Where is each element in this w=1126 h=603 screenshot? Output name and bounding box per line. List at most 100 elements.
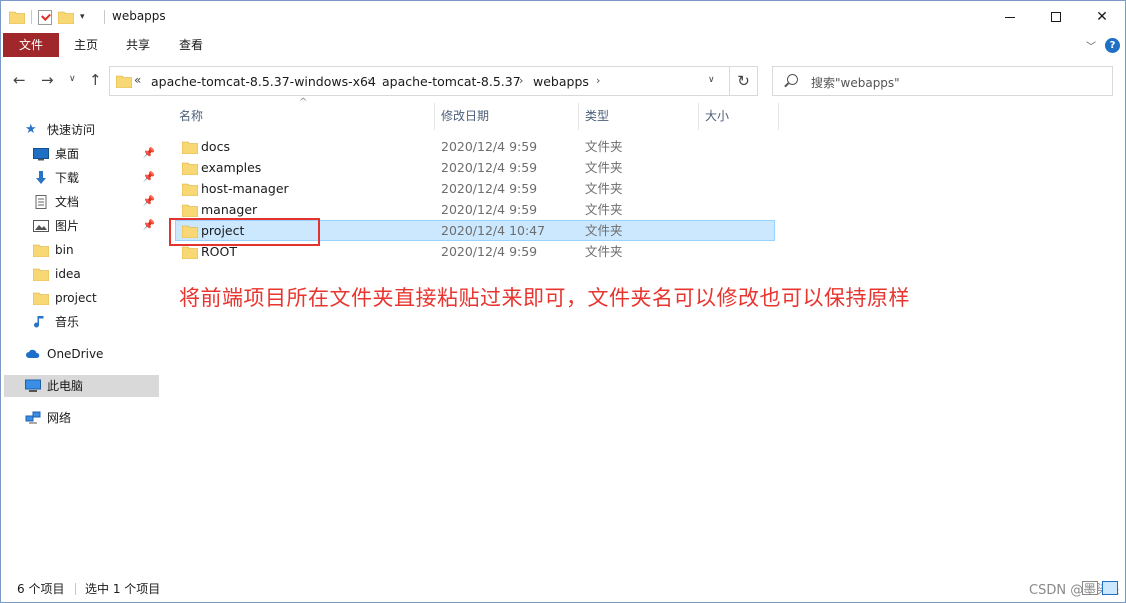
- refresh-icon: ↻: [737, 72, 750, 90]
- file-row[interactable]: examples 2020/12/4 9:59 文件夹: [175, 157, 775, 178]
- folder-icon: [33, 268, 49, 281]
- nav-quick-access[interactable]: ★ 快速访问: [25, 119, 182, 141]
- address-dropdown-icon[interactable]: ∨: [708, 75, 715, 85]
- up-arrow-icon[interactable]: ↑: [89, 71, 102, 89]
- search-box[interactable]: 搜索"webapps": [772, 66, 1113, 96]
- nav-onedrive[interactable]: OneDrive: [25, 343, 182, 365]
- forward-arrow-icon[interactable]: →: [41, 71, 54, 89]
- nav-network[interactable]: 网络: [25, 407, 182, 429]
- toolbar-divider: [31, 10, 32, 24]
- column-header-size[interactable]: 大小: [705, 103, 729, 130]
- file-type: 文件夹: [585, 202, 623, 217]
- nav-label: 此电脑: [47, 379, 84, 393]
- sort-ascending-icon: ^: [299, 97, 308, 108]
- file-name: host-manager: [201, 181, 289, 196]
- pin-icon: 📌: [142, 220, 155, 231]
- column-header-type[interactable]: 类型: [585, 103, 609, 130]
- nav-label: 文档: [55, 195, 80, 209]
- desktop-icon: [33, 148, 49, 161]
- help-icon[interactable]: ?: [1105, 38, 1120, 53]
- pin-icon: 📌: [142, 148, 155, 159]
- minimize-icon: [1005, 16, 1015, 18]
- refresh-button[interactable]: ↻: [730, 66, 758, 96]
- breadcrumb-item[interactable]: apache-tomcat-8.5.37: [382, 74, 521, 89]
- folder-icon: [9, 11, 25, 24]
- breadcrumb-separator[interactable]: ›: [596, 74, 600, 87]
- column-header-name[interactable]: 名称: [179, 103, 203, 130]
- file-type: 文件夹: [585, 181, 623, 196]
- nav-item-downloads[interactable]: 下载 📌: [33, 167, 159, 189]
- maximize-icon: [1051, 12, 1061, 22]
- tab-view[interactable]: 查看: [167, 33, 215, 57]
- column-divider[interactable]: [698, 103, 699, 130]
- address-bar[interactable]: « apache-tomcat-8.5.37-windows-x64 › apa…: [109, 66, 730, 96]
- music-icon: [34, 316, 44, 328]
- nav-label: 网络: [47, 411, 72, 425]
- breadcrumb-separator[interactable]: ›: [519, 74, 523, 87]
- network-icon: [25, 411, 41, 424]
- file-name: manager: [201, 202, 258, 217]
- file-name: docs: [201, 139, 230, 154]
- title-divider: [104, 10, 105, 24]
- folder-icon: [182, 246, 198, 259]
- expand-ribbon-chevron-icon[interactable]: ﹀: [1086, 38, 1096, 53]
- folder-icon: [182, 204, 198, 217]
- file-row[interactable]: manager 2020/12/4 9:59 文件夹: [175, 199, 775, 220]
- file-type: 文件夹: [585, 160, 623, 175]
- nav-item-documents[interactable]: 文档 📌: [33, 191, 159, 213]
- folder-icon: [33, 244, 49, 257]
- nav-label: OneDrive: [47, 347, 104, 361]
- search-placeholder: 搜索"webapps": [811, 76, 900, 90]
- recent-locations-dropdown-icon[interactable]: ∨: [69, 74, 76, 84]
- properties-icon[interactable]: [38, 9, 52, 25]
- quick-access-toolbar: ▾: [9, 8, 85, 26]
- nav-item-pictures[interactable]: 图片 📌: [33, 215, 159, 237]
- nav-label: 音乐: [55, 315, 80, 329]
- title-bar: ▾ webapps ✕: [1, 1, 1125, 33]
- column-divider[interactable]: [578, 103, 579, 130]
- annotation-text: 将前端项目所在文件夹直接粘贴过来即可，文件夹名可以修改也可以保持原样: [179, 286, 910, 310]
- highlight-box: [169, 218, 320, 246]
- file-date: 2020/12/4 9:59: [441, 244, 538, 259]
- file-date: 2020/12/4 10:47: [441, 223, 546, 238]
- column-header-date[interactable]: 修改日期: [441, 103, 489, 130]
- breadcrumb-item[interactable]: apache-tomcat-8.5.37-windows-x64: [151, 74, 376, 89]
- nav-label: 下载: [55, 171, 80, 185]
- file-row[interactable]: docs 2020/12/4 9:59 文件夹: [175, 136, 775, 157]
- file-row[interactable]: host-manager 2020/12/4 9:59 文件夹: [175, 178, 775, 199]
- details-view-icon[interactable]: [1082, 581, 1098, 595]
- folder-icon: [116, 75, 132, 88]
- picture-icon: [33, 220, 49, 232]
- navigation-pane: ★ 快速访问 桌面 📌 下载 📌 文档 📌 图片 📌 bin idea proj…: [1, 111, 161, 571]
- tab-home[interactable]: 主页: [63, 33, 109, 57]
- nav-item-bin[interactable]: bin: [33, 239, 159, 261]
- breadcrumb-separator[interactable]: ›: [367, 74, 371, 87]
- file-date: 2020/12/4 9:59: [441, 160, 538, 175]
- new-folder-icon[interactable]: [58, 10, 74, 24]
- column-divider[interactable]: [778, 103, 779, 130]
- file-type: 文件夹: [585, 139, 623, 154]
- large-icons-view-icon[interactable]: [1102, 581, 1118, 595]
- navigation-bar: ← → ∨ ↑ « apache-tomcat-8.5.37-windows-x…: [1, 63, 1125, 97]
- column-divider[interactable]: [434, 103, 435, 130]
- tab-file[interactable]: 文件: [3, 33, 59, 57]
- breadcrumb-overflow[interactable]: «: [134, 73, 141, 87]
- close-button[interactable]: ✕: [1079, 1, 1125, 33]
- maximize-button[interactable]: [1033, 1, 1079, 33]
- nav-item-music[interactable]: 音乐: [33, 311, 159, 333]
- tab-share[interactable]: 共享: [115, 33, 161, 57]
- breadcrumb-item[interactable]: webapps: [533, 74, 589, 89]
- nav-item-project[interactable]: project: [33, 287, 159, 309]
- nav-this-pc[interactable]: 此电脑: [4, 375, 159, 397]
- nav-item-desktop[interactable]: 桌面 📌: [33, 143, 159, 165]
- status-divider: [75, 583, 76, 595]
- ribbon-tabs: 文件 主页 共享 查看 ﹀ ?: [1, 33, 1125, 58]
- status-item-count: 6 个项目: [17, 582, 65, 596]
- customize-toolbar-dropdown-icon[interactable]: ▾: [80, 12, 85, 22]
- computer-icon: [25, 379, 41, 392]
- back-arrow-icon[interactable]: ←: [13, 71, 26, 89]
- nav-label: 图片: [55, 219, 80, 233]
- pin-icon: 📌: [142, 196, 155, 207]
- minimize-button[interactable]: [987, 1, 1033, 33]
- nav-item-idea[interactable]: idea: [33, 263, 159, 285]
